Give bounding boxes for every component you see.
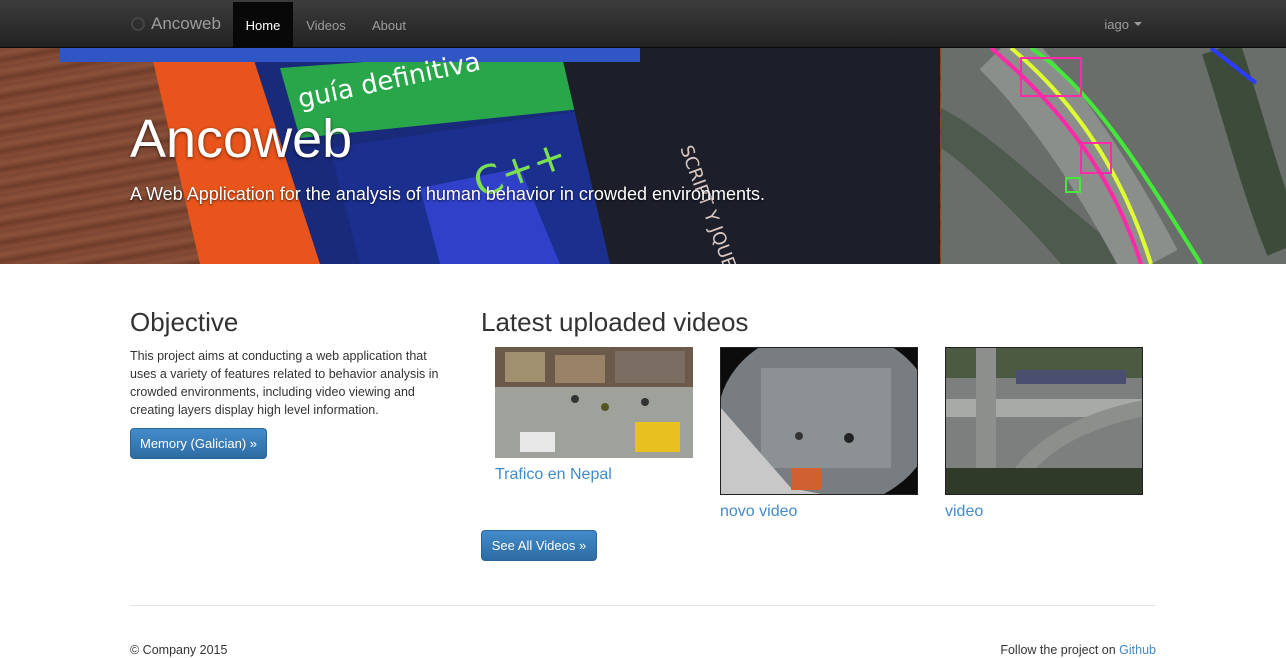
brand-logo-icon <box>131 17 145 31</box>
video-thumbnail-video[interactable] <box>945 347 1143 495</box>
objective-text: This project aims at conducting a web ap… <box>130 349 439 417</box>
footer-follow-text: Follow the project on <box>1000 643 1116 657</box>
footer-follow: Follow the project on Github <box>1000 643 1156 657</box>
nav-videos[interactable]: Videos <box>296 2 356 48</box>
brand-label: Ancoweb <box>151 14 221 33</box>
user-menu-dropdown[interactable]: iago <box>1104 0 1142 48</box>
github-link[interactable]: Github <box>1119 643 1156 657</box>
hero-background-traffic-image <box>941 48 1286 264</box>
objective-heading: Objective <box>130 307 239 337</box>
hero-jumbotron: guía definitiva C++ SCRIPT Y JQUERY Anco… <box>0 48 1286 264</box>
video-title-link[interactable]: novo video <box>720 503 797 521</box>
memory-galician-button[interactable]: Memory (Galician) » <box>130 428 267 459</box>
nav-about[interactable]: About <box>360 2 418 48</box>
video-thumbnail-nepal[interactable] <box>495 347 693 458</box>
footer-divider <box>130 605 1156 606</box>
video-title-link[interactable]: video <box>945 503 983 521</box>
user-name: iago <box>1104 16 1129 32</box>
video-title-link[interactable]: Trafico en Nepal <box>495 466 612 484</box>
hero-subtitle: A Web Application for the analysis of hu… <box>130 184 766 204</box>
nav-home[interactable]: Home <box>233 2 293 48</box>
caret-down-icon <box>1134 22 1142 26</box>
video-thumbnail-novo[interactable] <box>720 347 918 495</box>
see-all-videos-button[interactable]: See All Videos » <box>481 530 597 561</box>
top-navbar: Ancoweb Home Videos About iago <box>0 0 1286 48</box>
hero-title: Ancoweb <box>130 109 353 169</box>
footer-copyright: © Company 2015 <box>130 643 228 657</box>
brand-link[interactable]: Ancoweb <box>131 0 221 48</box>
videos-heading: Latest uploaded videos <box>481 307 749 337</box>
